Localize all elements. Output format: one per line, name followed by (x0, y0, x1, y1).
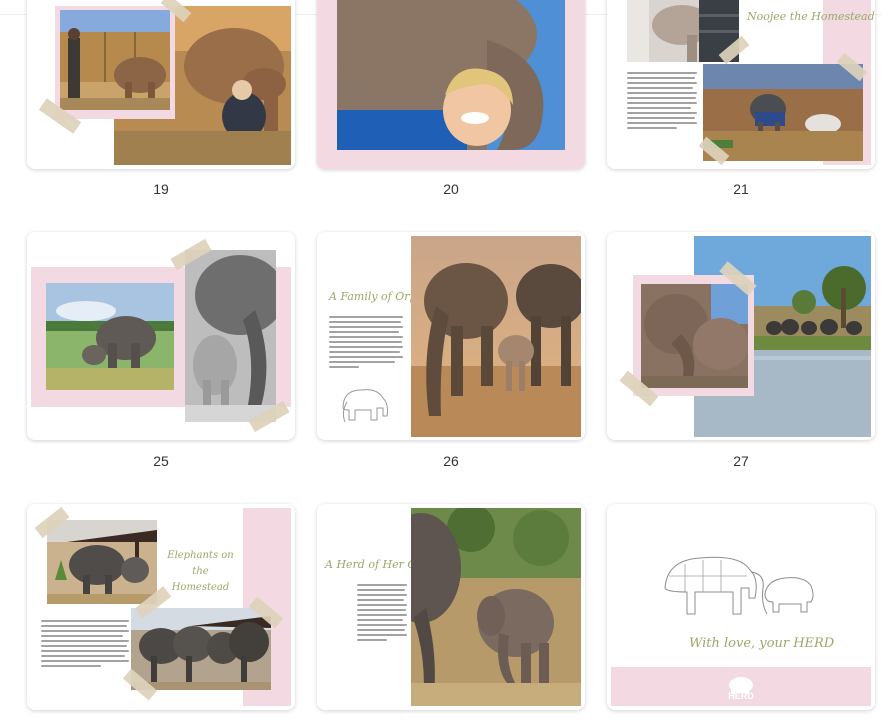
page-25-photo-bw (185, 250, 276, 422)
page-thumbnail-19[interactable] (27, 0, 295, 169)
page-thumbnail-with-love[interactable]: With love, your HERD HERD (607, 504, 875, 710)
page-thumbnail-homestead[interactable]: Elephants on the Homestead (27, 504, 295, 710)
page-thumbnail-20[interactable] (317, 0, 585, 169)
page-21-title: Noojee the Homestead (747, 10, 875, 23)
page-21-body-text (627, 72, 699, 132)
page-homestead-body-text (41, 620, 131, 670)
page-thumbnail-21[interactable]: Noojee the Homestead (607, 0, 875, 169)
page-love-closing-text: With love, your HERD (689, 636, 835, 651)
page-thumbnail-herd-of-her-own[interactable]: A Herd of Her Own (317, 504, 585, 710)
page-love-sketch (655, 548, 825, 622)
page-thumbnail-26[interactable]: A Family of Orphans (317, 232, 585, 440)
page-thumbnail-27[interactable] (607, 232, 875, 440)
page-homestead-photo-top (47, 520, 157, 604)
page-homestead-photo-bottom (131, 608, 271, 690)
page-herd-photo (411, 508, 581, 706)
page-number-26: 26 (443, 453, 459, 469)
page-number-19: 19 (153, 181, 169, 197)
herd-logo: HERD (721, 674, 761, 702)
page-homestead-title: Elephants on the Homestead (167, 550, 234, 593)
page-21-photo-main (703, 64, 863, 161)
page-25-pink-band-right (275, 267, 291, 407)
page-21-photo-top (627, 0, 709, 62)
page-number-21: 21 (733, 181, 749, 197)
page-number-20: 20 (443, 181, 459, 197)
page-26-photo (411, 236, 581, 437)
page-number-27: 27 (733, 453, 749, 469)
herd-logo-text: HERD (728, 691, 754, 701)
page-25-photo-elephants (46, 283, 174, 390)
page-19-photo-small (60, 10, 170, 110)
page-27-photo-small (641, 284, 748, 388)
page-thumbnail-25[interactable] (27, 232, 295, 440)
page-herd-body-text (357, 584, 409, 644)
page-20-photo (337, 0, 565, 150)
page-26-elephant-sketch (337, 382, 395, 424)
page-26-body-text (329, 316, 404, 371)
page-number-25: 25 (153, 453, 169, 469)
